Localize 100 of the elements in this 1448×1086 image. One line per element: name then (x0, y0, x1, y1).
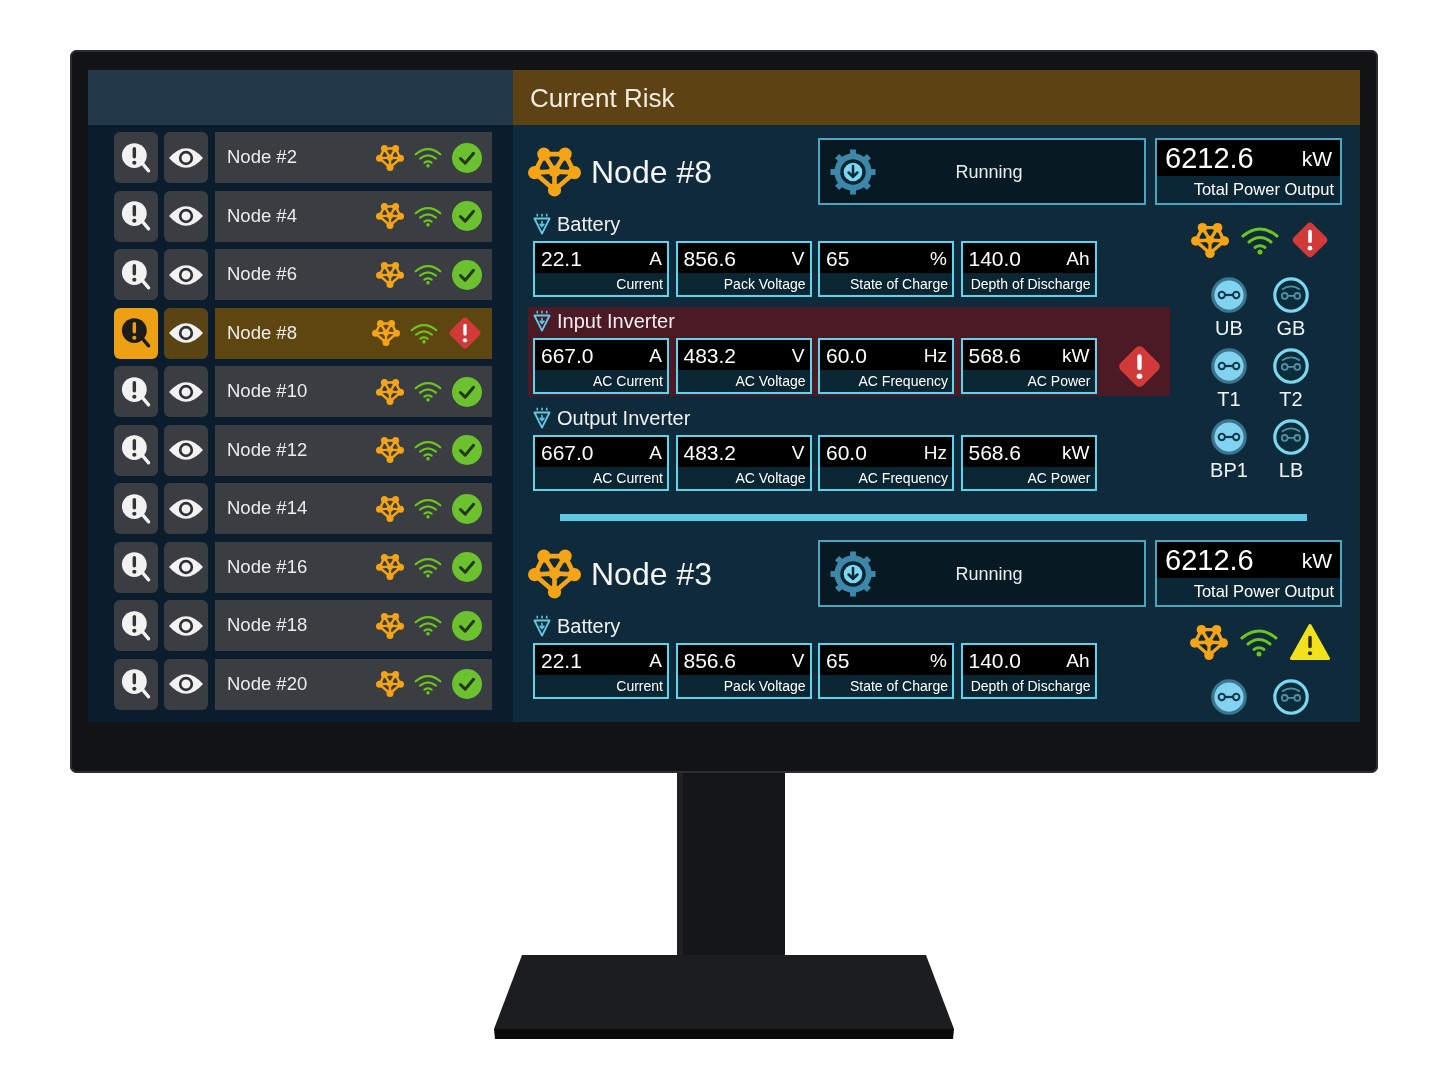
view-button[interactable] (164, 190, 208, 242)
node-list-item[interactable]: Node #16 (215, 541, 492, 593)
breaker-label: UB (1215, 316, 1243, 340)
node-label: Node #18 (227, 616, 308, 635)
view-button[interactable] (164, 307, 208, 359)
metric-label: AC Current (592, 471, 663, 485)
eye-icon (169, 381, 203, 402)
node-title: Node #3 (591, 557, 712, 590)
node-list-item[interactable]: Node #10 (215, 366, 492, 417)
node-label: Node #10 (227, 382, 308, 401)
view-button[interactable] (164, 132, 208, 183)
node-list-item[interactable]: Node #18 (215, 600, 492, 651)
metric-label: Depth of Discharge (970, 277, 1091, 291)
node-list-item[interactable]: Node #4 (215, 190, 492, 242)
power-value: 6212.6 (1165, 545, 1254, 575)
metric-value: 568.6 (968, 344, 1022, 366)
metric-value: 667.0 (541, 441, 594, 463)
metric-unit: A (649, 248, 662, 268)
view-button[interactable] (164, 600, 208, 651)
eye-icon (169, 498, 203, 519)
node-label: Node #8 (227, 323, 297, 343)
metric-label: AC Voltage (735, 374, 806, 388)
network-icon (1191, 221, 1229, 259)
alert-search-icon (121, 434, 151, 466)
node-title: Node #8 (591, 155, 712, 188)
view-button[interactable] (164, 366, 208, 417)
power-unit: kW (1301, 549, 1332, 571)
network-icon (1190, 623, 1228, 661)
alert-search-button[interactable] (114, 483, 158, 534)
eye-icon (169, 674, 203, 694)
metric-value: 22.1 (541, 247, 582, 269)
view-button[interactable] (164, 483, 208, 534)
metric-unit: A (649, 650, 662, 670)
alert-search-icon (121, 492, 151, 525)
wifi-icon (414, 556, 442, 578)
alert-search-button[interactable] (114, 190, 158, 242)
alert-search-button[interactable] (114, 658, 158, 710)
metric-unit: % (930, 248, 947, 268)
triangle-arrow-icon (533, 310, 551, 332)
network-icon (376, 610, 404, 641)
eye-icon (169, 147, 203, 168)
metric-label: Pack Voltage (723, 679, 806, 693)
metric-unit: kW (1062, 345, 1090, 365)
metric-value: 856.6 (683, 247, 737, 269)
alert-search-button[interactable] (114, 307, 158, 359)
metric-label: AC Frequency (858, 374, 948, 388)
eye-icon (169, 323, 203, 343)
node-label: Node #12 (227, 440, 308, 460)
status-text: Running (955, 564, 1023, 583)
node-list-item[interactable]: Node #14 (215, 483, 492, 534)
metric-value: 60.0 (826, 344, 867, 366)
wifi-icon (1240, 627, 1278, 657)
node-list-item[interactable]: Node #2 (215, 132, 492, 183)
alert-search-button[interactable] (114, 541, 158, 593)
network-icon (376, 669, 404, 699)
metric-unit: Hz (923, 442, 947, 462)
metric-unit: V (791, 345, 805, 365)
eye-icon (169, 615, 203, 636)
node-label: Node #14 (227, 499, 308, 518)
metric-value: 483.2 (683, 441, 737, 463)
alert-search-button[interactable] (114, 424, 158, 476)
metric-unit: Ah (1066, 650, 1090, 670)
eye-icon (169, 557, 203, 577)
alert-search-button[interactable] (114, 600, 158, 651)
metric-label: Pack Voltage (723, 277, 806, 291)
gear-arrow-icon (830, 550, 876, 597)
metric-unit: V (791, 442, 805, 462)
breaker-label: BP1 (1210, 458, 1248, 482)
metric-label: AC Current (592, 374, 663, 388)
node-list-item[interactable]: Node #20 (215, 658, 492, 710)
breaker-label: LB (1278, 458, 1304, 482)
status-text: Running (955, 162, 1023, 181)
node-list-item[interactable]: Node #6 (215, 249, 492, 300)
alert-search-icon (121, 668, 151, 700)
node-label: Node #4 (227, 206, 297, 226)
alert-search-icon (121, 200, 151, 232)
eye-icon (169, 206, 203, 226)
triangle-arrow-icon (533, 615, 551, 637)
node-label: Node #20 (227, 674, 308, 694)
alert-search-button[interactable] (114, 366, 158, 417)
view-button[interactable] (164, 424, 208, 476)
metric-label: AC Power (1027, 374, 1091, 388)
alert-search-button[interactable] (114, 249, 158, 300)
wifi-icon (414, 498, 442, 519)
alert-search-button[interactable] (114, 132, 158, 183)
node-list-item[interactable]: Node #8 (215, 307, 492, 359)
breaker-label: T2 (1279, 387, 1303, 411)
metric-unit: Ah (1066, 248, 1090, 268)
wifi-icon (414, 439, 442, 461)
view-button[interactable] (164, 541, 208, 593)
alert-search-icon (121, 317, 151, 349)
triangle-arrow-icon (533, 407, 551, 429)
view-button[interactable] (164, 249, 208, 300)
metric-value: 140.0 (968, 649, 1022, 671)
view-button[interactable] (164, 658, 208, 710)
node-list-item[interactable]: Node #12 (215, 424, 492, 476)
metric-unit: A (649, 442, 662, 462)
breaker-label: GB (1276, 316, 1306, 340)
metric-label: Depth of Discharge (970, 679, 1091, 693)
metric-label: Current (616, 679, 663, 693)
